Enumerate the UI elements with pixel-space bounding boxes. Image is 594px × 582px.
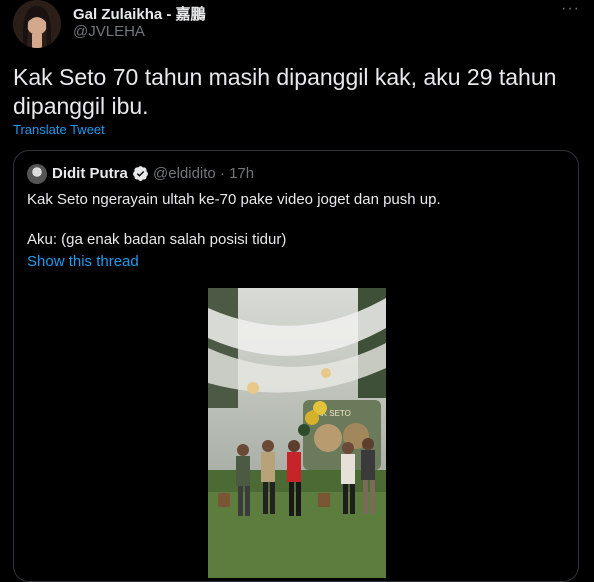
tweet-text: Kak Seto 70 tahun masih dipanggil kak, a…: [13, 64, 557, 119]
author-name[interactable]: Gal Zulaikha - 嘉鵬: [73, 3, 206, 24]
quoted-handle-time: @eldidito · 17h: [153, 165, 255, 182]
quoted-author-avatar: [27, 164, 47, 184]
translate-tweet-link[interactable]: Translate Tweet: [13, 122, 105, 137]
more-icon[interactable]: ···: [561, 0, 580, 18]
quoted-author-name: Didit Putra: [52, 165, 128, 182]
author-handle[interactable]: @JVLEHA: [73, 23, 145, 40]
video-thumbnail[interactable]: KAK SETO: [208, 288, 386, 578]
quoted-tweet-card[interactable]: Didit Putra @eldidito · 17h Kak Seto nge…: [13, 150, 579, 582]
video-scene-image: KAK SETO: [208, 288, 386, 578]
quoted-text-line: Kak Seto ngerayain ultah ke-70 pake vide…: [27, 191, 441, 208]
show-thread-link[interactable]: Show this thread: [27, 253, 139, 270]
quoted-text-line: Aku: (ga enak badan salah posisi tidur): [27, 231, 287, 248]
author-avatar[interactable]: [13, 0, 61, 48]
verified-badge-icon: [133, 166, 148, 181]
avatar-image: [13, 0, 61, 48]
